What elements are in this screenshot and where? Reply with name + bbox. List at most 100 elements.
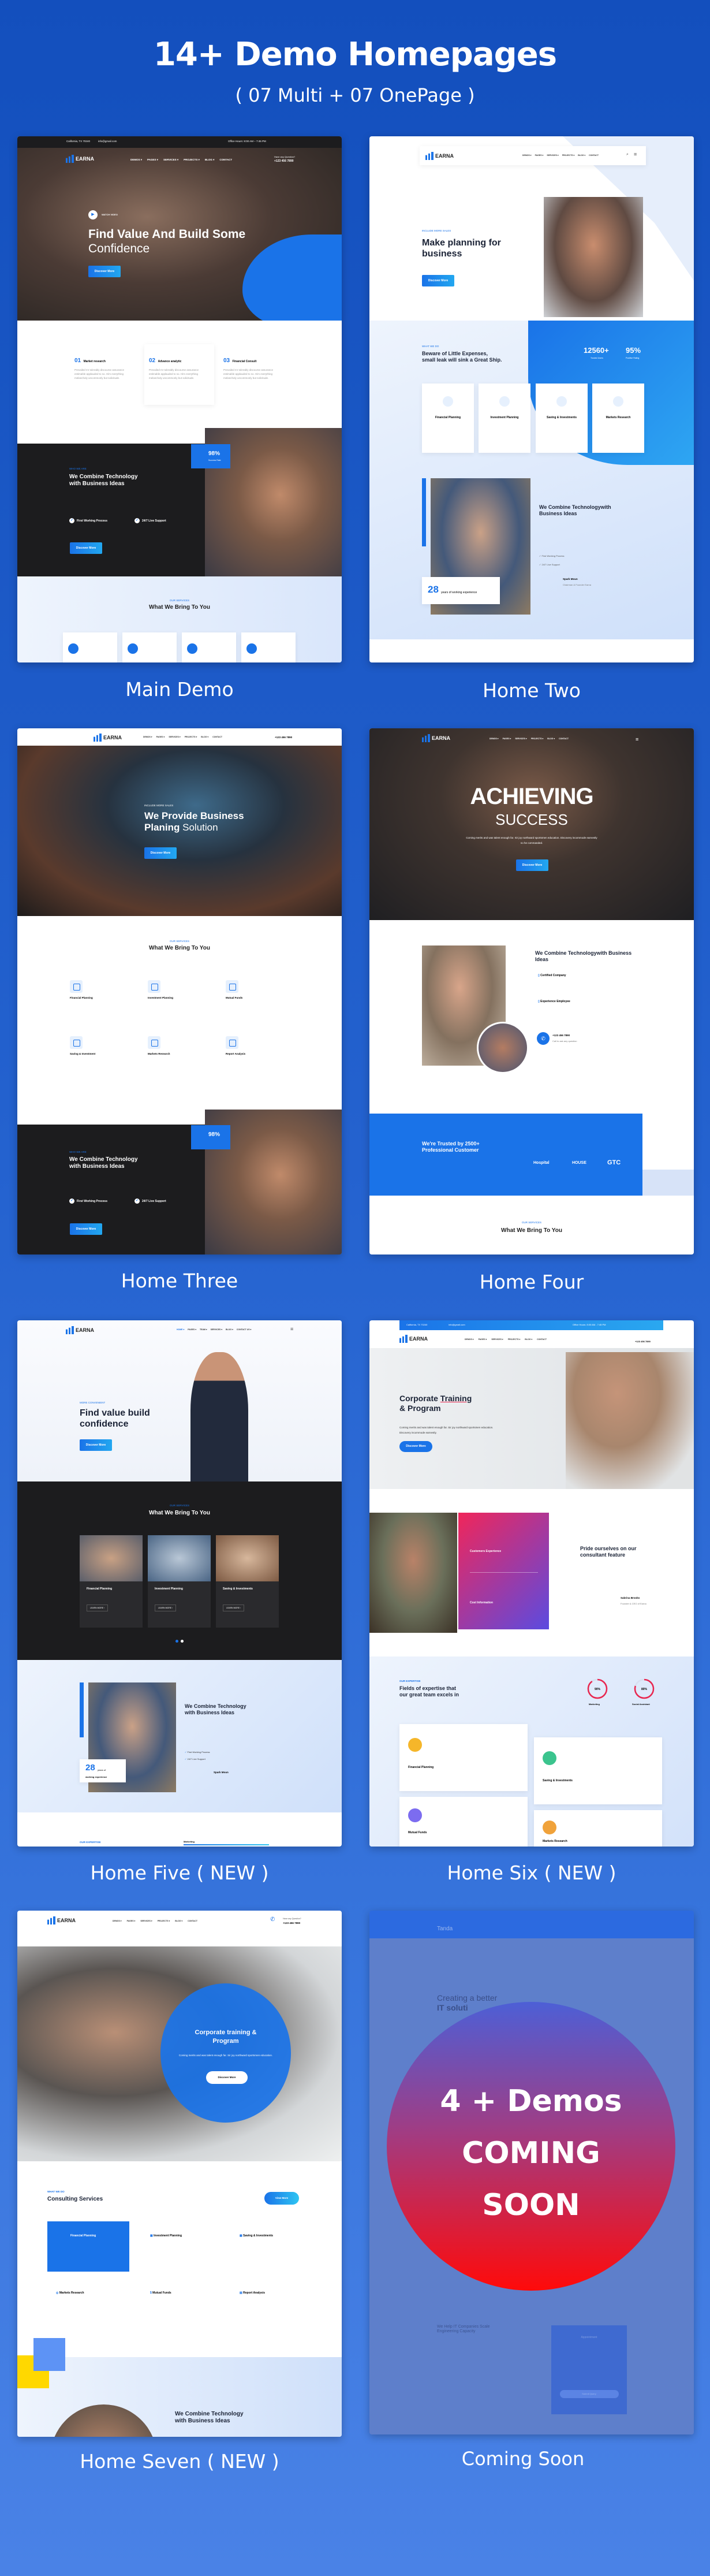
- nav-item[interactable]: PAGES ▾: [127, 1920, 136, 1922]
- nav-item[interactable]: CONTACT: [188, 1920, 197, 1922]
- menu-icon[interactable]: ≡: [290, 1326, 293, 1332]
- service-item[interactable]: ◎ Markets Research: [56, 2291, 84, 2295]
- nav-item[interactable]: SERVICES ▾: [515, 738, 526, 740]
- nav-item[interactable]: PROJECTS ▾: [531, 738, 544, 740]
- nav-item[interactable]: BLOG ▾: [547, 738, 555, 740]
- phone-icon[interactable]: ✆: [537, 1032, 550, 1045]
- logo[interactable]: EARNA: [47, 1916, 76, 1924]
- discover-button[interactable]: Discover More: [70, 542, 102, 554]
- expertise-card[interactable]: Saving & Investments: [534, 1737, 662, 1804]
- logo[interactable]: EARNA: [66, 155, 94, 163]
- nav-item[interactable]: DEMOS ▾: [113, 1920, 122, 1922]
- search-icon[interactable]: ⌕: [626, 152, 629, 157]
- service-item[interactable]: ▦ Investment Planning: [150, 2234, 182, 2238]
- nav-item[interactable]: PAGES ▾: [479, 1338, 487, 1341]
- demo-card-home-five[interactable]: EARNA HOME ▾ PAGES ▾ TEAM ▾ SERVICES ▾ BLOG …: [17, 1320, 342, 1847]
- service-item[interactable]: Markets Research: [148, 1036, 217, 1055]
- service-item[interactable]: Report Analysis: [226, 1036, 295, 1055]
- service-item[interactable]: ▤ Report Analysis: [240, 2291, 265, 2295]
- discover-button[interactable]: Discover More: [88, 266, 121, 277]
- nav-item[interactable]: SERVICES ▾: [169, 736, 180, 738]
- nav-item[interactable]: SERVICES ▾: [163, 158, 178, 162]
- nav-item[interactable]: PAGES ▾: [188, 1328, 196, 1331]
- service-card[interactable]: Financial Planning: [422, 384, 474, 453]
- demo-card-home-three[interactable]: EARNA DEMOS ▾ PAGES ▾ SERVICES ▾ PROJECTS ▾…: [17, 728, 342, 1255]
- expertise-card[interactable]: Mutual Funds: [399, 1797, 528, 1847]
- nav-item[interactable]: SERVICES ▾: [547, 154, 558, 157]
- demo-label[interactable]: Home Six ( NEW ): [369, 1862, 694, 1884]
- slider-dot[interactable]: [175, 1640, 178, 1643]
- nav-item[interactable]: TEAM ▾: [200, 1328, 207, 1331]
- discover-button[interactable]: Discover More: [399, 1441, 432, 1452]
- nav-item[interactable]: BLOG ▾: [201, 736, 208, 738]
- service-card[interactable]: [63, 632, 117, 662]
- logo[interactable]: EARNA: [94, 734, 122, 742]
- discover-button[interactable]: Discover More: [516, 859, 548, 871]
- nav-item[interactable]: PROJECTS ▾: [184, 158, 200, 162]
- nav-item[interactable]: CONTACT: [212, 736, 222, 738]
- discover-button[interactable]: Discover More: [206, 2071, 248, 2084]
- nav-item[interactable]: PAGES ▾: [156, 736, 165, 738]
- nav-item[interactable]: CONTACT: [219, 158, 232, 162]
- nav-item[interactable]: DEMOS ▾: [143, 736, 152, 738]
- service-card[interactable]: [122, 632, 177, 662]
- demo-label[interactable]: Home Seven ( NEW ): [17, 2450, 342, 2473]
- nav-item[interactable]: DEMOS ▾: [522, 154, 532, 157]
- discover-button[interactable]: Discover More: [70, 1223, 102, 1235]
- service-card[interactable]: [241, 632, 296, 662]
- service-item[interactable]: Investment Planning: [148, 980, 217, 999]
- logo[interactable]: EARNA: [66, 1326, 94, 1334]
- nav-item[interactable]: DEMOS ▾: [130, 158, 142, 162]
- demo-label[interactable]: Coming Soon: [361, 2448, 685, 2470]
- demo-label[interactable]: Home Four: [369, 1271, 694, 1293]
- discover-button[interactable]: Discover More: [422, 275, 454, 286]
- nav-item[interactable]: SERVICES ▾: [140, 1920, 152, 1922]
- nav-item[interactable]: BLOG ▾: [578, 154, 585, 157]
- discover-button[interactable]: Discover More: [144, 847, 177, 859]
- nav-item[interactable]: PROJECTS ▾: [562, 154, 575, 157]
- nav-item[interactable]: SERVICES ▾: [211, 1328, 222, 1331]
- service-card[interactable]: Saving & Investments: [536, 384, 588, 453]
- demo-card-main[interactable]: California, TX 70240 info@gmail.com Offi…: [17, 136, 342, 662]
- service-item[interactable]: ▦ Saving & Investments: [240, 2234, 273, 2238]
- expertise-card[interactable]: Financial Planning: [399, 1724, 528, 1791]
- nav-item[interactable]: PROJECTS ▾: [158, 1920, 170, 1922]
- service-item[interactable]: Mutual Funds: [226, 980, 295, 999]
- watch-video[interactable]: WATCH VIDEO: [102, 213, 118, 216]
- view-more-button[interactable]: View More: [264, 2192, 299, 2205]
- logo[interactable]: EARNA: [399, 1335, 428, 1343]
- nav-item[interactable]: BLOG ▾: [175, 1920, 182, 1922]
- demo-label[interactable]: Home Five ( NEW ): [17, 1862, 342, 1884]
- nav-item[interactable]: PAGES ▾: [503, 738, 511, 740]
- nav-item[interactable]: CONTACT US ▾: [237, 1328, 251, 1331]
- nav-item[interactable]: CONTACT: [537, 1338, 547, 1341]
- nav-item[interactable]: DEMOS ▾: [489, 738, 499, 740]
- nav-item[interactable]: PROJECTS ▾: [508, 1338, 521, 1341]
- demo-card-home-seven[interactable]: EARNA DEMOS ▾ PAGES ▾ SERVICES ▾ PROJECTS ▾…: [17, 1911, 342, 2437]
- nav-item[interactable]: PAGES ▾: [147, 158, 158, 162]
- nav-item[interactable]: BLOG ▾: [226, 1328, 233, 1331]
- nav-item[interactable]: CONTACT: [589, 154, 599, 157]
- nav-item[interactable]: HOME ▾: [177, 1328, 184, 1331]
- menu-icon[interactable]: ≡: [636, 736, 638, 742]
- nav-item[interactable]: CONTACT: [559, 738, 569, 740]
- nav-item[interactable]: PROJECTS ▾: [185, 736, 197, 738]
- service-item[interactable]: Saving & Investment: [70, 1036, 139, 1055]
- service-card[interactable]: Saving & Investments LEARN MORE ›: [216, 1535, 279, 1628]
- service-item[interactable]: Financial Planning: [70, 980, 139, 999]
- service-item[interactable]: $ Mutual Funds: [150, 2291, 171, 2295]
- logo-text[interactable]: EARNA: [435, 153, 454, 159]
- demo-card-home-two[interactable]: EARNA DEMOS ▾ PAGES ▾ SERVICES ▾ PROJECTS ▾…: [369, 136, 694, 662]
- service-card[interactable]: Investment Planning: [479, 384, 530, 453]
- discover-button[interactable]: Discover More: [80, 1439, 112, 1451]
- service-card[interactable]: Investment Planning LEARN MORE ›: [148, 1535, 211, 1628]
- nav-item[interactable]: DEMOS ▾: [465, 1338, 474, 1341]
- service-card[interactable]: Markets Research: [592, 384, 644, 453]
- service-card[interactable]: Financial Planning LEARN MORE ›: [80, 1535, 143, 1628]
- demo-label[interactable]: Home Two: [369, 679, 694, 702]
- demo-card-home-six[interactable]: California, TX 70240 info@gmail.com Offi…: [369, 1320, 694, 1847]
- expertise-card[interactable]: Markets Research: [534, 1810, 662, 1847]
- nav-item[interactable]: BLOG ▾: [525, 1338, 532, 1341]
- nav-item[interactable]: BLOG ▾: [205, 158, 215, 162]
- logo[interactable]: EARNA: [422, 734, 450, 742]
